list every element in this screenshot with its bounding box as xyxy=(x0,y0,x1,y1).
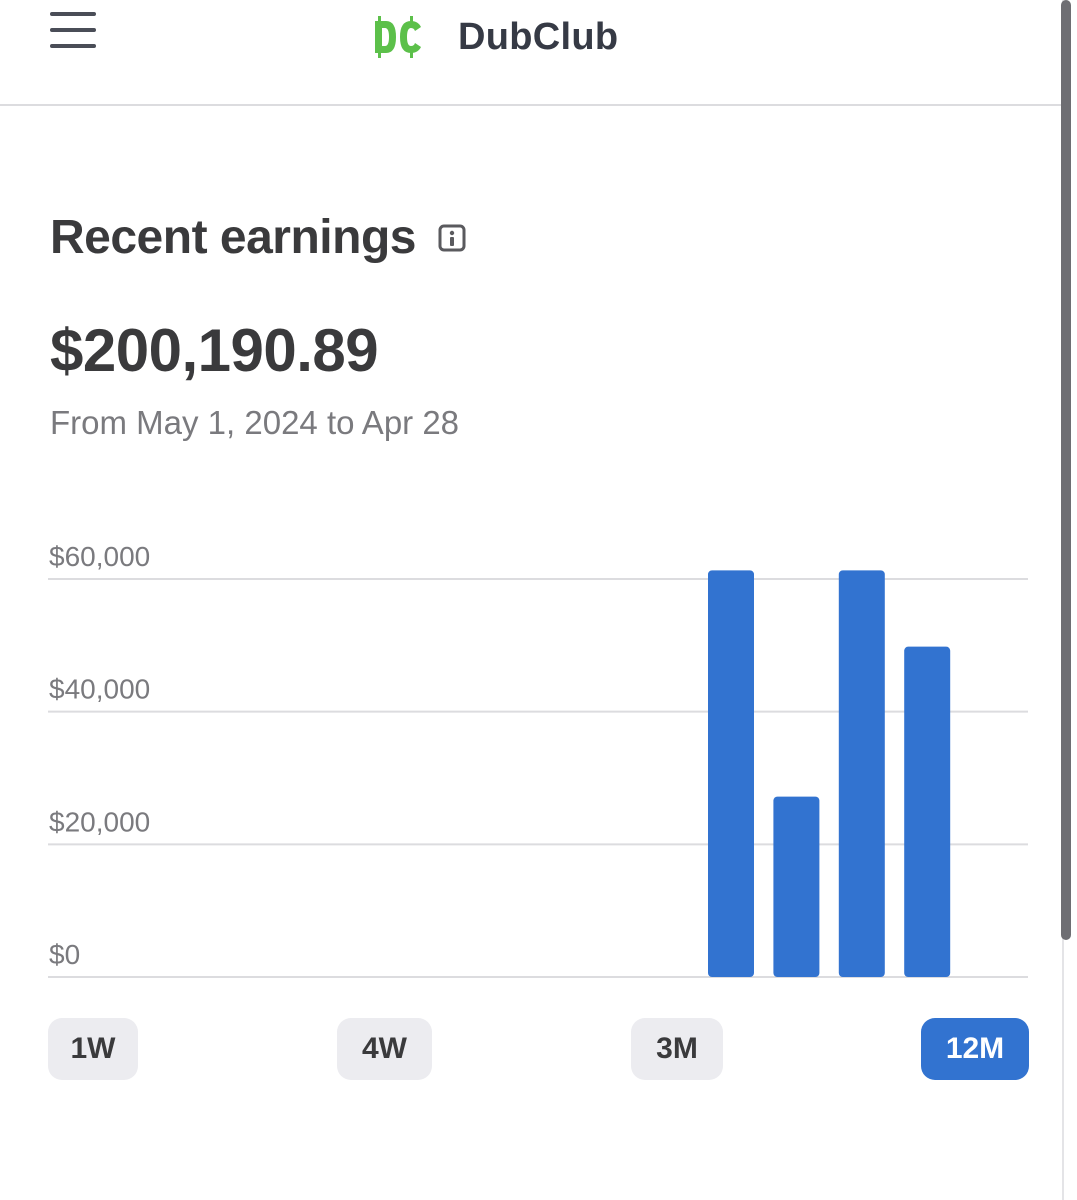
y-tick-label: $0 xyxy=(49,939,80,970)
range-button-3m[interactable]: 3M xyxy=(631,1018,723,1080)
earnings-chart: $0 $20,000 $40,000 $60,000 xyxy=(0,0,1077,1200)
chart-bar[interactable] xyxy=(708,570,754,977)
scrollbar-thumb[interactable] xyxy=(1061,0,1071,940)
dubclub-logo-icon xyxy=(375,16,421,58)
y-tick-label: $20,000 xyxy=(49,806,150,837)
top-header: DubClub xyxy=(0,0,1062,106)
y-tick-label: $60,000 xyxy=(49,541,150,572)
app-root: DubClub Recent earnings $200,190.89 From… xyxy=(0,0,1077,1200)
y-tick-label: $40,000 xyxy=(49,674,150,705)
total-earnings-amount: $200,190.89 xyxy=(50,317,379,384)
earnings-title-row: Recent earnings xyxy=(50,210,466,265)
range-button-4w[interactable]: 4W xyxy=(337,1018,432,1080)
chart-bar[interactable] xyxy=(838,570,885,977)
chart-bar[interactable] xyxy=(773,796,820,977)
earnings-chart-svg: $0 $20,000 $40,000 $60,000 xyxy=(48,541,1028,978)
hamburger-menu-icon[interactable] xyxy=(50,12,96,50)
range-button-1w[interactable]: 1W xyxy=(48,1018,138,1080)
range-button-12m[interactable]: 12M xyxy=(921,1018,1029,1080)
brand-name: DubClub xyxy=(458,15,619,58)
brand[interactable]: DubClub xyxy=(372,14,618,60)
info-icon[interactable] xyxy=(438,224,466,252)
chart-bar[interactable] xyxy=(904,646,951,977)
date-range-text: From May 1, 2024 to Apr 28 xyxy=(50,404,460,441)
section-title: Recent earnings xyxy=(50,211,416,264)
